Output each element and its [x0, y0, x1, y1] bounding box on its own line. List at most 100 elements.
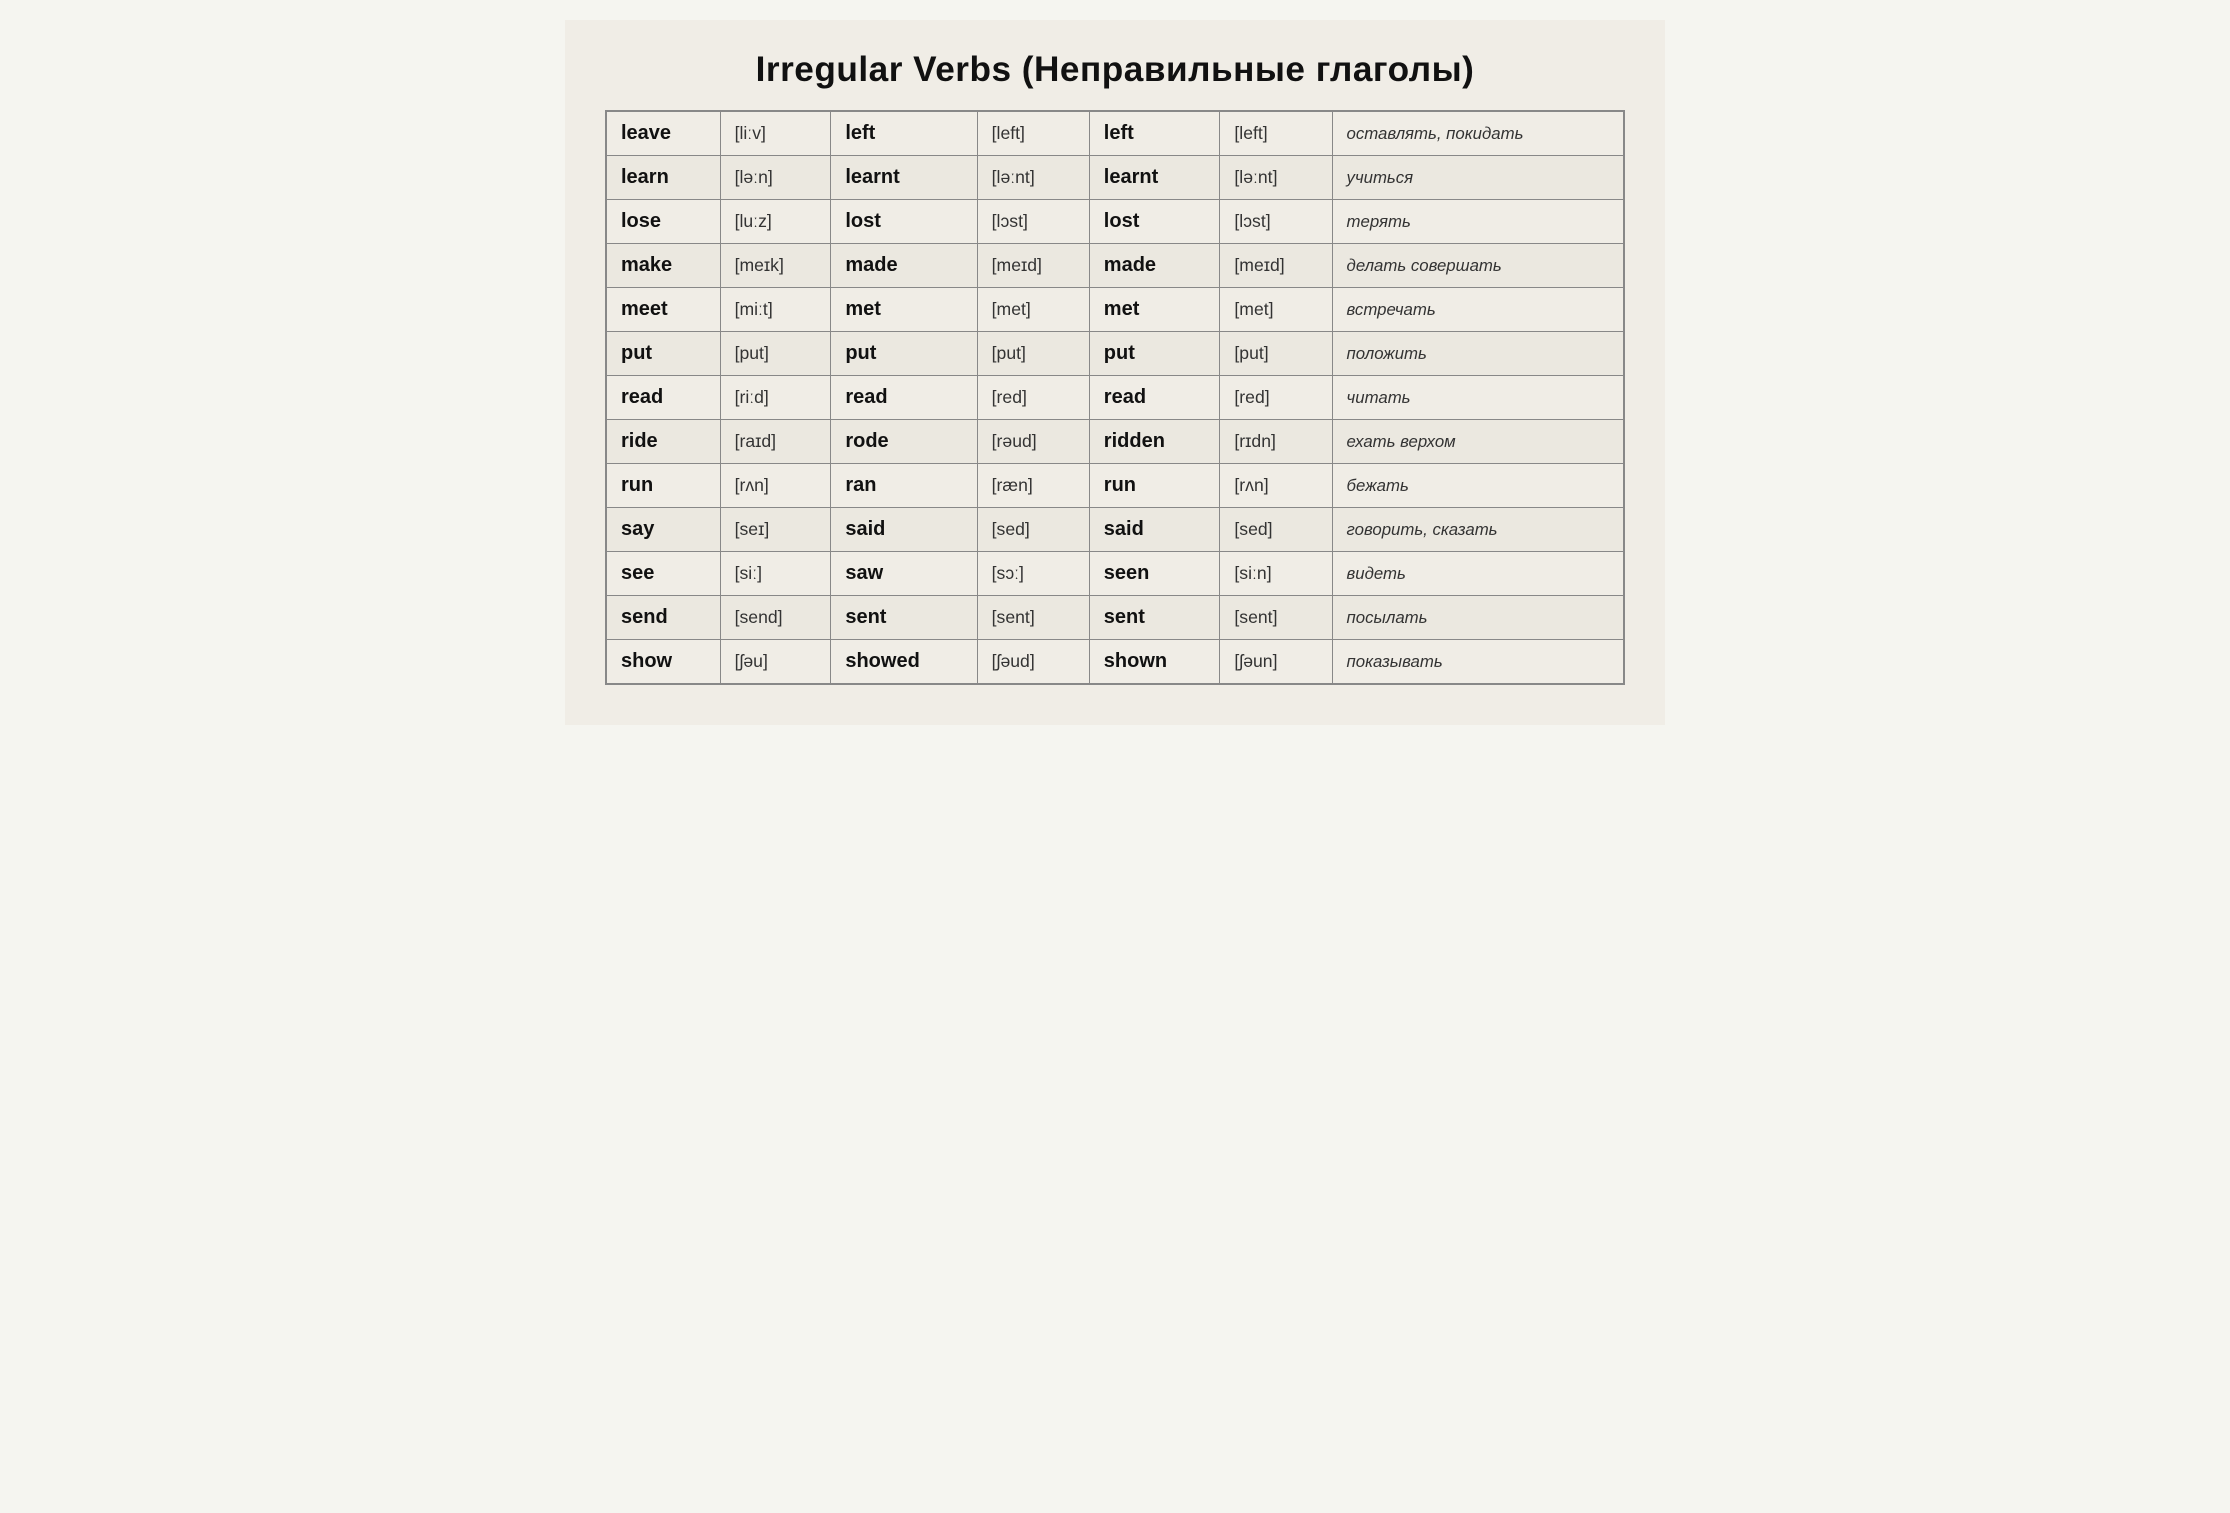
- base-form: learn: [606, 156, 720, 200]
- past-simple-phonetic: [red]: [977, 376, 1089, 420]
- past-participle: said: [1089, 508, 1220, 552]
- past-simple-phonetic: [rəud]: [977, 420, 1089, 464]
- past-simple: said: [831, 508, 977, 552]
- past-simple: put: [831, 332, 977, 376]
- past-participle: run: [1089, 464, 1220, 508]
- translation: говорить, сказать: [1332, 508, 1624, 552]
- base-phonetic: [rʌn]: [720, 464, 831, 508]
- base-phonetic: [siː]: [720, 552, 831, 596]
- table-row: say[seɪ]said[sed]said[sed]говорить, сказ…: [606, 508, 1624, 552]
- base-phonetic: [ləːn]: [720, 156, 831, 200]
- past-participle-phonetic: [left]: [1220, 111, 1332, 156]
- past-simple: lost: [831, 200, 977, 244]
- base-phonetic: [seɪ]: [720, 508, 831, 552]
- base-form: see: [606, 552, 720, 596]
- translation: оставлять, покидать: [1332, 111, 1624, 156]
- past-participle: read: [1089, 376, 1220, 420]
- past-simple-phonetic: [ləːnt]: [977, 156, 1089, 200]
- base-form: run: [606, 464, 720, 508]
- table-row: show[ʃəu]showed[ʃəud]shown[ʃəun]показыва…: [606, 640, 1624, 685]
- base-phonetic: [put]: [720, 332, 831, 376]
- past-simple: ran: [831, 464, 977, 508]
- past-participle: learnt: [1089, 156, 1220, 200]
- table-row: ride[raɪd]rode[rəud]ridden[rɪdn]ехать ве…: [606, 420, 1624, 464]
- past-participle: seen: [1089, 552, 1220, 596]
- past-participle: lost: [1089, 200, 1220, 244]
- verbs-table: leave[liːv]left[left]left[left]оставлять…: [605, 110, 1625, 685]
- past-participle-phonetic: [lɔst]: [1220, 200, 1332, 244]
- base-form: show: [606, 640, 720, 685]
- page-container: Irregular Verbs (Неправильные глаголы) l…: [565, 20, 1665, 725]
- table-row: learn[ləːn]learnt[ləːnt]learnt[ləːnt]учи…: [606, 156, 1624, 200]
- past-simple-phonetic: [met]: [977, 288, 1089, 332]
- past-simple: learnt: [831, 156, 977, 200]
- past-participle-phonetic: [ʃəun]: [1220, 640, 1332, 685]
- past-simple: left: [831, 111, 977, 156]
- past-simple-phonetic: [ræn]: [977, 464, 1089, 508]
- table-row: see[siː]saw[sɔː]seen[siːn]видеть: [606, 552, 1624, 596]
- past-simple: made: [831, 244, 977, 288]
- base-form: send: [606, 596, 720, 640]
- past-participle-phonetic: [put]: [1220, 332, 1332, 376]
- base-phonetic: [send]: [720, 596, 831, 640]
- past-participle-phonetic: [met]: [1220, 288, 1332, 332]
- base-phonetic: [liːv]: [720, 111, 831, 156]
- translation: встречать: [1332, 288, 1624, 332]
- base-form: leave: [606, 111, 720, 156]
- past-simple: sent: [831, 596, 977, 640]
- past-simple-phonetic: [left]: [977, 111, 1089, 156]
- table-row: meet[miːt]met[met]met[met]встречать: [606, 288, 1624, 332]
- base-form: ride: [606, 420, 720, 464]
- base-form: meet: [606, 288, 720, 332]
- past-participle: left: [1089, 111, 1220, 156]
- base-form: read: [606, 376, 720, 420]
- past-simple: read: [831, 376, 977, 420]
- past-simple: rode: [831, 420, 977, 464]
- page-title: Irregular Verbs (Неправильные глаголы): [605, 50, 1625, 90]
- translation: делать совершать: [1332, 244, 1624, 288]
- table-row: lose[luːz]lost[lɔst]lost[lɔst]терять: [606, 200, 1624, 244]
- past-participle-phonetic: [sent]: [1220, 596, 1332, 640]
- past-participle-phonetic: [siːn]: [1220, 552, 1332, 596]
- past-simple-phonetic: [sɔː]: [977, 552, 1089, 596]
- table-row: leave[liːv]left[left]left[left]оставлять…: [606, 111, 1624, 156]
- past-participle: made: [1089, 244, 1220, 288]
- past-simple-phonetic: [meɪd]: [977, 244, 1089, 288]
- base-phonetic: [miːt]: [720, 288, 831, 332]
- past-simple-phonetic: [sed]: [977, 508, 1089, 552]
- base-form: make: [606, 244, 720, 288]
- base-phonetic: [ʃəu]: [720, 640, 831, 685]
- base-phonetic: [luːz]: [720, 200, 831, 244]
- translation: видеть: [1332, 552, 1624, 596]
- past-participle-phonetic: [sed]: [1220, 508, 1332, 552]
- past-participle-phonetic: [meɪd]: [1220, 244, 1332, 288]
- past-simple-phonetic: [lɔst]: [977, 200, 1089, 244]
- translation: ехать верхом: [1332, 420, 1624, 464]
- translation: показывать: [1332, 640, 1624, 685]
- base-phonetic: [meɪk]: [720, 244, 831, 288]
- past-participle-phonetic: [red]: [1220, 376, 1332, 420]
- past-simple: saw: [831, 552, 977, 596]
- translation: терять: [1332, 200, 1624, 244]
- past-simple: met: [831, 288, 977, 332]
- base-form: put: [606, 332, 720, 376]
- past-participle-phonetic: [rʌn]: [1220, 464, 1332, 508]
- past-participle-phonetic: [ləːnt]: [1220, 156, 1332, 200]
- base-phonetic: [riːd]: [720, 376, 831, 420]
- table-row: read[riːd]read[red]read[red]читать: [606, 376, 1624, 420]
- past-simple: showed: [831, 640, 977, 685]
- table-row: send[send]sent[sent]sent[sent]посылать: [606, 596, 1624, 640]
- past-participle: met: [1089, 288, 1220, 332]
- translation: положить: [1332, 332, 1624, 376]
- base-form: say: [606, 508, 720, 552]
- past-participle: sent: [1089, 596, 1220, 640]
- table-row: run[rʌn]ran[ræn]run[rʌn]бежать: [606, 464, 1624, 508]
- past-simple-phonetic: [sent]: [977, 596, 1089, 640]
- past-simple-phonetic: [put]: [977, 332, 1089, 376]
- base-phonetic: [raɪd]: [720, 420, 831, 464]
- past-participle-phonetic: [rɪdn]: [1220, 420, 1332, 464]
- past-participle: ridden: [1089, 420, 1220, 464]
- translation: бежать: [1332, 464, 1624, 508]
- translation: читать: [1332, 376, 1624, 420]
- base-form: lose: [606, 200, 720, 244]
